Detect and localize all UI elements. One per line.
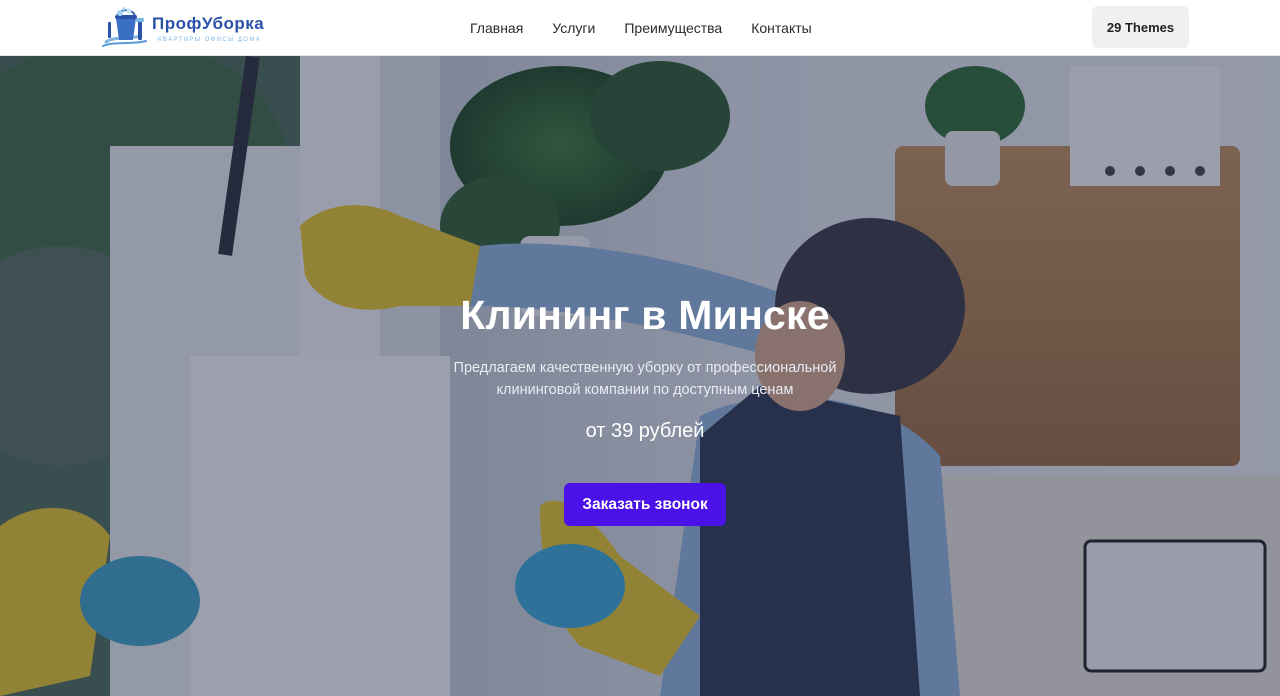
hero-description: Предлагаем качественную уборку от профес… xyxy=(453,360,837,398)
hero-content: Клининг в Минске Предлагаем качественную… xyxy=(0,56,1280,696)
hero-section: Клининг в Минске Предлагаем качественную… xyxy=(0,56,1280,696)
order-call-button[interactable]: Заказать звонок xyxy=(564,483,726,526)
hero-title: Клининг в Минске xyxy=(460,292,830,338)
nav-item-services[interactable]: Услуги xyxy=(552,20,595,36)
nav-item-contacts[interactable]: Контакты xyxy=(751,20,811,36)
bucket-cleaning-icon xyxy=(102,7,147,47)
logo-link[interactable]: ПрофУборка квартиры офисы дома xyxy=(100,6,270,50)
logo-title: ПрофУборка xyxy=(152,14,265,33)
nav-item-advantages[interactable]: Преимущества xyxy=(624,20,722,36)
site-header: ПрофУборка квартиры офисы дома Главная У… xyxy=(0,0,1280,56)
themes-button[interactable]: 29 Themes xyxy=(1092,6,1189,48)
hero-price: от 39 рублей xyxy=(585,420,705,442)
nav-item-home[interactable]: Главная xyxy=(470,20,523,36)
main-nav: Главная Услуги Преимущества Контакты xyxy=(470,0,841,56)
logo-subtitle: квартиры офисы дома xyxy=(158,37,262,43)
